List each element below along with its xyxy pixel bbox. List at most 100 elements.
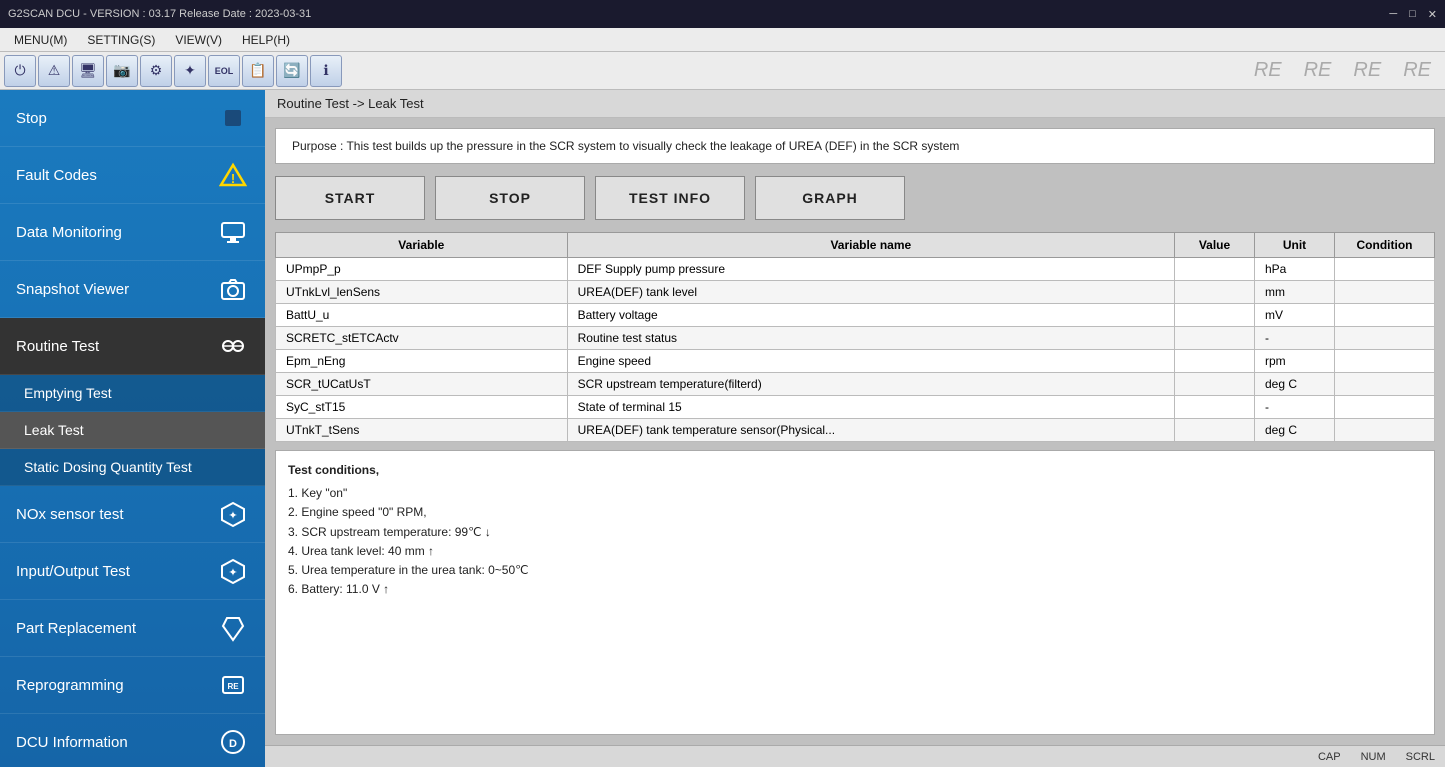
- table-row: Epm_nEng Engine speed rpm: [276, 350, 1435, 373]
- cell-unit: hPa: [1255, 258, 1335, 281]
- cell-variable-name: Engine speed: [567, 350, 1174, 373]
- cell-unit: mV: [1255, 304, 1335, 327]
- toolbar-info-btn[interactable]: ℹ: [310, 55, 342, 87]
- toolbar-camera-btn[interactable]: 📷: [106, 55, 138, 87]
- sidebar-dcu-icon: D: [217, 726, 249, 758]
- cell-condition: [1335, 373, 1435, 396]
- table-row: UTnkT_tSens UREA(DEF) tank temperature s…: [276, 419, 1435, 442]
- cell-value: [1175, 396, 1255, 419]
- svg-text:✦: ✦: [228, 510, 237, 522]
- purpose-text: Purpose : This test builds up the pressu…: [292, 139, 959, 153]
- cell-variable-name: UREA(DEF) tank temperature sensor(Physic…: [567, 419, 1174, 442]
- content-inner: Purpose : This test builds up the pressu…: [265, 118, 1445, 745]
- sidebar-static-label: Static Dosing Quantity Test: [24, 459, 192, 475]
- cell-unit: -: [1255, 327, 1335, 350]
- cell-variable-name: Routine test status: [567, 327, 1174, 350]
- cell-condition: [1335, 258, 1435, 281]
- status-scrl: SCRL: [1406, 751, 1435, 763]
- sidebar-camera-icon: [217, 273, 249, 305]
- toolbar-power-btn[interactable]: ⏻: [4, 55, 36, 87]
- graph-button[interactable]: GRAPH: [755, 176, 905, 220]
- sidebar: Stop Fault Codes ! Data Monitoring Snaps…: [0, 90, 265, 767]
- purpose-box: Purpose : This test builds up the pressu…: [275, 128, 1435, 164]
- sidebar-item-part[interactable]: Part Replacement: [0, 600, 265, 657]
- button-row: START STOP TEST INFO GRAPH: [275, 172, 1435, 224]
- title-bar: G2SCAN DCU - VERSION : 03.17 Release Dat…: [0, 0, 1445, 28]
- sidebar-leak-label: Leak Test: [24, 422, 84, 438]
- sidebar-stop-label: Stop: [16, 110, 47, 127]
- toolbar-eol-btn[interactable]: EOL: [208, 55, 240, 87]
- menu-bar: MENU(M) SETTING(S) VIEW(V) HELP(H): [0, 28, 1445, 52]
- start-button[interactable]: START: [275, 176, 425, 220]
- cell-variable: SCR_tUCatUsT: [276, 373, 568, 396]
- conditions-title: Test conditions,: [288, 461, 1422, 480]
- cell-unit: mm: [1255, 281, 1335, 304]
- sidebar-item-fault-codes[interactable]: Fault Codes !: [0, 147, 265, 204]
- sidebar-item-reprogramming[interactable]: Reprogramming RE: [0, 657, 265, 714]
- cell-condition: [1335, 327, 1435, 350]
- menu-menu[interactable]: MENU(M): [4, 31, 77, 49]
- breadcrumb: Routine Test -> Leak Test: [265, 90, 1445, 118]
- sidebar-item-emptying-test[interactable]: Emptying Test: [0, 375, 265, 412]
- sidebar-item-io[interactable]: Input/Output Test ✦: [0, 543, 265, 600]
- sidebar-item-leak-test[interactable]: Leak Test: [0, 412, 265, 449]
- sidebar-item-dcu[interactable]: DCU Information D: [0, 714, 265, 767]
- condition-line: 6. Battery: 11.0 V ↑: [288, 580, 1422, 599]
- status-cap: CAP: [1318, 751, 1341, 763]
- toolbar-star-btn[interactable]: ✦: [174, 55, 206, 87]
- sidebar-routine-icon: [217, 330, 249, 362]
- cell-condition: [1335, 281, 1435, 304]
- cell-value: [1175, 350, 1255, 373]
- test-info-button[interactable]: TEST INFO: [595, 176, 745, 220]
- cell-variable: SCRETC_stETCActv: [276, 327, 568, 350]
- condition-line: 1. Key "on": [288, 484, 1422, 503]
- sidebar-item-data-monitoring[interactable]: Data Monitoring: [0, 204, 265, 261]
- sidebar-item-static-dosing[interactable]: Static Dosing Quantity Test: [0, 449, 265, 486]
- sidebar-item-snapshot[interactable]: Snapshot Viewer: [0, 261, 265, 318]
- cell-variable-name: DEF Supply pump pressure: [567, 258, 1174, 281]
- close-button[interactable]: ✕: [1428, 8, 1437, 21]
- svg-text:D: D: [229, 738, 237, 750]
- condition-line: 3. SCR upstream temperature: 99℃ ↓: [288, 523, 1422, 542]
- sidebar-emptying-label: Emptying Test: [24, 385, 112, 401]
- cell-unit: -: [1255, 396, 1335, 419]
- cell-variable-name: SCR upstream temperature(filterd): [567, 373, 1174, 396]
- toolbar-monitor-btn[interactable]: 🖥: [72, 55, 104, 87]
- cell-variable-name: UREA(DEF) tank level: [567, 281, 1174, 304]
- cell-unit: rpm: [1255, 350, 1335, 373]
- table-row: SCRETC_stETCActv Routine test status -: [276, 327, 1435, 350]
- cell-condition: [1335, 350, 1435, 373]
- sidebar-nox-icon: ✦: [217, 498, 249, 530]
- sidebar-snapshot-label: Snapshot Viewer: [16, 281, 129, 298]
- toolbar-clipboard-btn[interactable]: 📋: [242, 55, 274, 87]
- cell-value: [1175, 419, 1255, 442]
- restore-button[interactable]: □: [1409, 8, 1416, 21]
- cell-value: [1175, 304, 1255, 327]
- sidebar-item-routine-test[interactable]: Routine Test: [0, 318, 265, 375]
- cell-condition: [1335, 396, 1435, 419]
- toolbar-refresh-btn[interactable]: 🔄: [276, 55, 308, 87]
- sidebar-reprog-label: Reprogramming: [16, 677, 124, 694]
- menu-setting[interactable]: SETTING(S): [77, 31, 165, 49]
- cell-unit: deg C: [1255, 373, 1335, 396]
- sidebar-fault-label: Fault Codes: [16, 167, 97, 184]
- sidebar-item-nox[interactable]: NOx sensor test ✦: [0, 486, 265, 543]
- menu-help[interactable]: HELP(H): [232, 31, 300, 49]
- sidebar-routine-label: Routine Test: [16, 338, 99, 355]
- cell-variable-name: State of terminal 15: [567, 396, 1174, 419]
- sidebar-item-stop[interactable]: Stop: [0, 90, 265, 147]
- cell-condition: [1335, 419, 1435, 442]
- sidebar-part-label: Part Replacement: [16, 620, 136, 637]
- menu-view[interactable]: VIEW(V): [165, 31, 232, 49]
- condition-line: 5. Urea temperature in the urea tank: 0~…: [288, 561, 1422, 580]
- main-layout: Stop Fault Codes ! Data Monitoring Snaps…: [0, 90, 1445, 767]
- cell-value: [1175, 258, 1255, 281]
- cell-value: [1175, 281, 1255, 304]
- toolbar-gear-btn[interactable]: ⚙: [140, 55, 172, 87]
- stop-button[interactable]: STOP: [435, 176, 585, 220]
- minimize-button[interactable]: ─: [1389, 8, 1397, 21]
- window-controls[interactable]: ─ □ ✕: [1389, 8, 1437, 21]
- toolbar-warning-btn[interactable]: ⚠: [38, 55, 70, 87]
- cell-variable-name: Battery voltage: [567, 304, 1174, 327]
- col-unit: Unit: [1255, 233, 1335, 258]
